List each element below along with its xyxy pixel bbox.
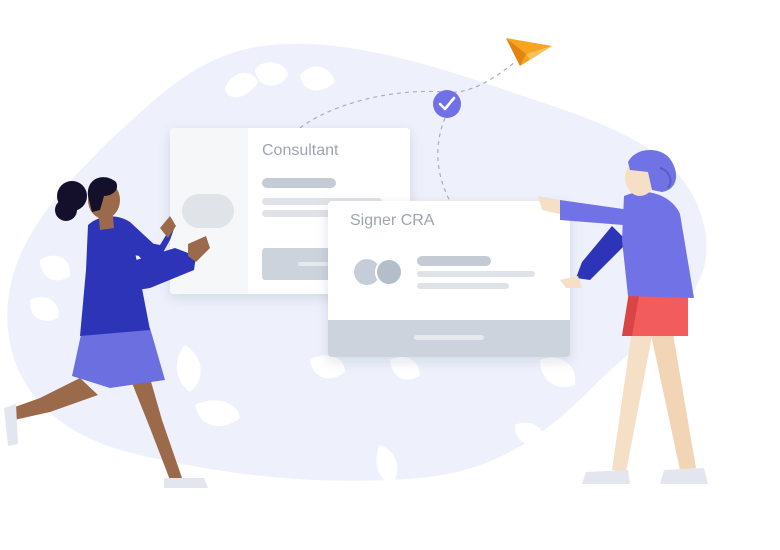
consultant-button-label-placeholder: [298, 262, 328, 266]
illustration-canvas: Consultant Signer CRA: [4, 38, 708, 488]
signer-text-line-2: [417, 283, 509, 289]
paper-plane-icon: [506, 38, 552, 66]
check-circle-icon: [433, 90, 461, 118]
consultant-card-title: Consultant: [262, 142, 339, 159]
consultant-avatar-placeholder: [182, 194, 234, 228]
signer-card-title: Signer CRA: [350, 212, 435, 229]
signer-text-line-1: [417, 271, 535, 277]
consultant-name-placeholder: [262, 178, 336, 188]
signer-footer-button-placeholder[interactable]: [414, 335, 484, 340]
signer-name-placeholder: [417, 256, 491, 266]
